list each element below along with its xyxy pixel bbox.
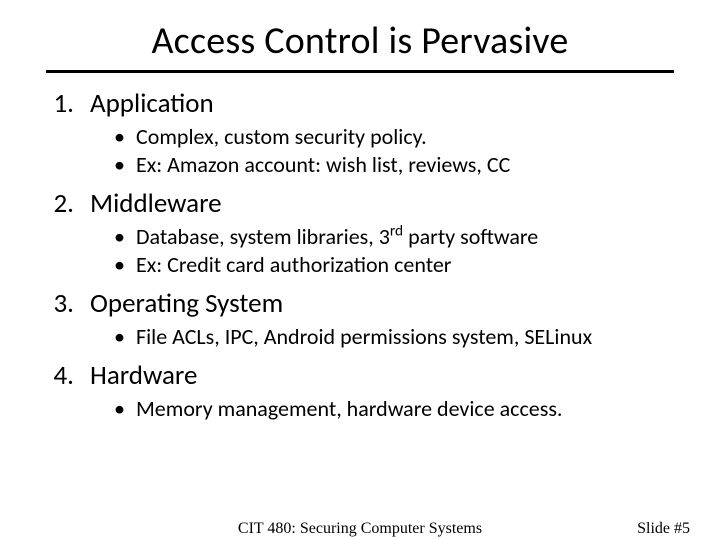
bullet-icon: • xyxy=(114,123,136,151)
sub-item-text: Complex, custom security policy. xyxy=(136,123,427,151)
item-label: Application xyxy=(90,87,214,121)
bullet-icon: • xyxy=(114,323,136,351)
sub-item: • Ex: Credit card authorization center xyxy=(114,251,696,279)
footer-center-text: CIT 480: Securing Computer Systems xyxy=(0,520,720,538)
bullet-icon: • xyxy=(114,223,136,251)
sub-item: • Ex: Amazon account: wish list, reviews… xyxy=(114,151,696,179)
bullet-icon: • xyxy=(114,395,136,423)
sub-list: • Database, system libraries, 3rd party … xyxy=(40,223,696,279)
sub-list: • File ACLs, IPC, Android permissions sy… xyxy=(40,323,696,351)
item-number xyxy=(40,187,90,221)
sub-item-text: Ex: Amazon account: wish list, reviews, … xyxy=(136,151,510,179)
list-item: Middleware • Database, system libraries,… xyxy=(40,187,696,279)
sub-list: • Memory management, hardware device acc… xyxy=(40,395,696,423)
sub-item: • Database, system libraries, 3rd party … xyxy=(114,223,696,251)
sub-item: • Complex, custom security policy. xyxy=(114,123,696,151)
item-number xyxy=(40,287,90,321)
list-item: Hardware • Memory management, hardware d… xyxy=(40,359,696,423)
sub-item: • Memory management, hardware device acc… xyxy=(114,395,696,423)
sub-item-text: File ACLs, IPC, Android permissions syst… xyxy=(136,323,592,351)
item-number xyxy=(40,359,90,393)
sub-item-text: Ex: Credit card authorization center xyxy=(136,251,451,279)
sub-item: • File ACLs, IPC, Android permissions sy… xyxy=(114,323,696,351)
item-number xyxy=(40,87,90,121)
bullet-icon: • xyxy=(114,251,136,279)
slide-title: Access Control is Pervasive xyxy=(0,0,720,70)
sub-list: • Complex, custom security policy. • Ex:… xyxy=(40,123,696,179)
item-label: Operating System xyxy=(90,287,283,321)
item-label: Middleware xyxy=(90,187,222,221)
footer-slide-number: Slide #5 xyxy=(637,520,690,538)
title-underline xyxy=(46,70,674,73)
bullet-icon: • xyxy=(114,151,136,179)
slide: Access Control is Pervasive Application … xyxy=(0,0,720,540)
sub-item-text: Memory management, hardware device acces… xyxy=(136,395,562,423)
slide-content: Application • Complex, custom security p… xyxy=(0,87,720,423)
sub-item-text: Database, system libraries, 3rd party so… xyxy=(136,223,538,251)
list-item: Application • Complex, custom security p… xyxy=(40,87,696,179)
list-item: Operating System • File ACLs, IPC, Andro… xyxy=(40,287,696,351)
item-label: Hardware xyxy=(90,359,197,393)
main-list: Application • Complex, custom security p… xyxy=(40,87,696,423)
